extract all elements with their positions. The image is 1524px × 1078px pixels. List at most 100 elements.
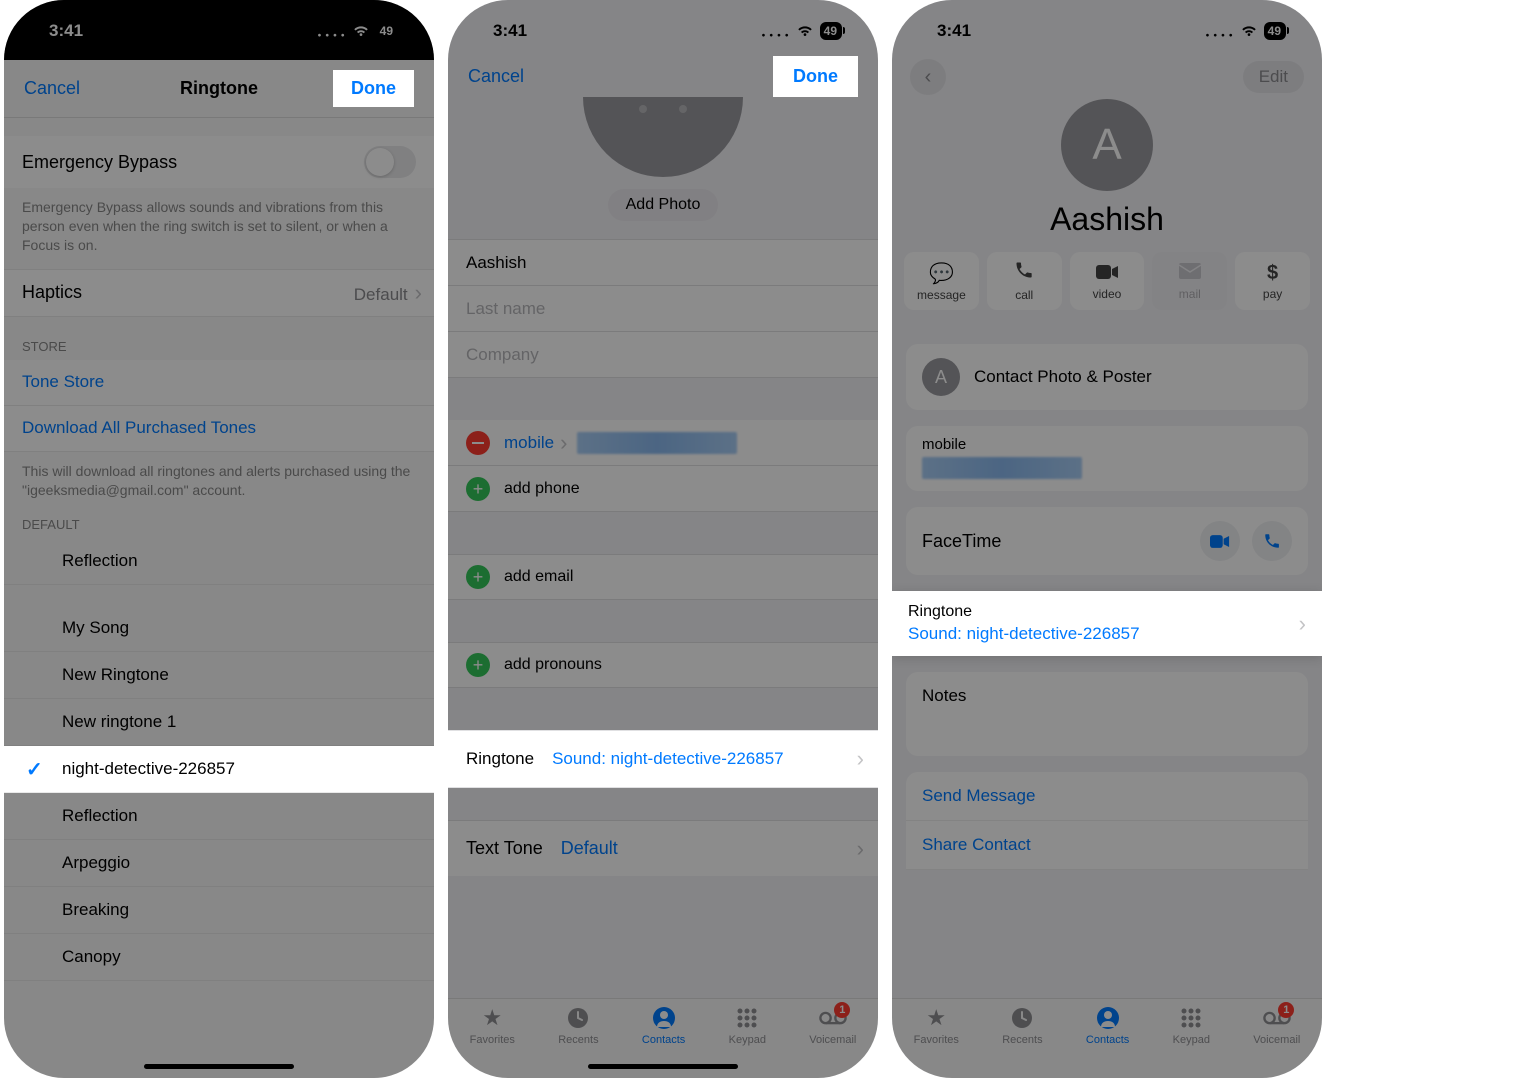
download-description: This will download all ringtones and ale… <box>4 452 434 514</box>
action-call[interactable]: call <box>987 252 1062 310</box>
done-button[interactable]: Done <box>773 56 858 97</box>
wifi-icon <box>796 24 814 38</box>
emergency-bypass-toggle[interactable] <box>364 146 416 178</box>
home-indicator[interactable] <box>588 1064 738 1069</box>
wifi-icon <box>1240 24 1258 38</box>
video-icon <box>1096 262 1118 285</box>
chevron-right-icon: › <box>415 280 422 305</box>
first-name-field[interactable]: Aashish <box>448 240 878 286</box>
ringtone-option[interactable]: New ringtone 1 <box>4 699 434 746</box>
edit-button[interactable]: Edit <box>1243 61 1304 93</box>
ringtone-option[interactable]: Breaking <box>4 887 434 934</box>
ringtone-option[interactable]: Reflection <box>4 793 434 840</box>
phone-row-mobile[interactable]: mobile › <box>448 420 878 466</box>
ringtone-value: Sound: night-detective-226857 <box>908 624 1306 644</box>
ringtone-option[interactable]: Canopy <box>4 934 434 981</box>
star-icon: ★ <box>478 1005 506 1031</box>
chevron-right-icon: › <box>857 746 864 772</box>
contact-avatar[interactable] <box>583 97 743 177</box>
battery-icon: 49 <box>1264 22 1286 40</box>
ringtone-card[interactable]: Ringtone Sound: night-detective-226857 › <box>892 591 1322 656</box>
keypad-icon <box>733 1005 761 1031</box>
share-contact-button[interactable]: Share Contact <box>906 821 1308 870</box>
avatar-thumbnail: A <box>922 358 960 396</box>
add-phone-button[interactable]: + add phone <box>448 466 878 512</box>
default-header: DEFAULT <box>4 513 434 538</box>
person-icon <box>650 1005 678 1031</box>
contact-photo-poster-row[interactable]: A Contact Photo & Poster <box>906 344 1308 410</box>
person-icon <box>1094 1005 1122 1031</box>
battery-icon: 49 <box>820 22 842 40</box>
tab-favorites[interactable]: ★Favorites <box>914 1005 959 1046</box>
ringtone-option[interactable]: Reflection <box>4 538 434 585</box>
contact-avatar[interactable]: A <box>1061 99 1153 191</box>
send-message-button[interactable]: Send Message <box>906 772 1308 821</box>
star-icon: ★ <box>922 1005 950 1031</box>
add-icon[interactable]: + <box>466 477 490 501</box>
download-tones-link[interactable]: Download All Purchased Tones <box>22 418 256 438</box>
add-icon[interactable]: + <box>466 565 490 589</box>
tab-contacts[interactable]: Contacts <box>642 1005 685 1046</box>
ringtone-option-selected[interactable]: ✓ night-detective-226857 <box>4 746 434 793</box>
action-video[interactable]: video <box>1070 252 1145 310</box>
wifi-icon <box>352 24 370 38</box>
action-message[interactable]: 💬message <box>904 252 979 310</box>
tone-store-link[interactable]: Tone Store <box>22 372 104 392</box>
ringtone-option[interactable]: New Ringtone <box>4 652 434 699</box>
done-button[interactable]: Done <box>333 70 414 107</box>
pay-icon: $ <box>1267 262 1278 285</box>
ringtone-option[interactable]: Arpeggio <box>4 840 434 887</box>
action-mail: mail <box>1152 252 1227 310</box>
checkmark-icon: ✓ <box>26 757 43 782</box>
tab-voicemail[interactable]: 1Voicemail <box>1253 1005 1300 1046</box>
tab-favorites[interactable]: ★Favorites <box>470 1005 515 1046</box>
chevron-right-icon: › <box>857 836 864 862</box>
status-time: 3:41 <box>49 21 83 41</box>
tab-contacts[interactable]: Contacts <box>1086 1005 1129 1046</box>
emergency-bypass-label: Emergency Bypass <box>22 152 177 173</box>
haptics-label: Haptics <box>22 282 82 303</box>
notes-card[interactable]: Notes <box>906 672 1308 756</box>
mobile-card[interactable]: mobile <box>906 426 1308 491</box>
ringtone-value: Sound: night-detective-226857 <box>552 749 784 769</box>
emergency-bypass-description: Emergency Bypass allows sounds and vibra… <box>4 188 434 269</box>
status-time: 3:41 <box>937 21 971 41</box>
cancel-button[interactable]: Cancel <box>468 66 524 87</box>
ringtone-option[interactable]: My Song <box>4 605 434 652</box>
text-tone-row[interactable]: Text Tone Default › <box>448 820 878 876</box>
badge-count: 1 <box>1278 1002 1294 1018</box>
contact-name: Aashish <box>1050 201 1164 238</box>
text-tone-label: Text Tone <box>466 838 543 859</box>
company-field[interactable]: Company <box>448 332 878 378</box>
delete-icon[interactable] <box>466 431 490 455</box>
tab-keypad[interactable]: Keypad <box>729 1005 766 1046</box>
blurred-phone-number <box>577 432 737 454</box>
last-name-field[interactable]: Last name <box>448 286 878 332</box>
home-indicator[interactable] <box>144 1064 294 1069</box>
haptics-value: Default <box>354 285 408 304</box>
blurred-phone-number <box>922 457 1082 479</box>
badge-count: 1 <box>834 1002 850 1018</box>
add-photo-button[interactable]: Add Photo <box>608 189 719 221</box>
clock-icon <box>564 1005 592 1031</box>
tab-recents[interactable]: Recents <box>1002 1005 1042 1046</box>
message-icon: 💬 <box>929 261 954 286</box>
chevron-left-icon: ‹ <box>925 66 932 89</box>
ringtone-label: Ringtone <box>466 749 534 769</box>
facetime-row: FaceTime <box>906 507 1308 575</box>
add-email-button[interactable]: + add email <box>448 554 878 600</box>
clock-icon <box>1008 1005 1036 1031</box>
phone-icon <box>1014 260 1034 286</box>
tab-recents[interactable]: Recents <box>558 1005 598 1046</box>
cellular-dots: ● ● ● ● <box>762 32 790 39</box>
ringtone-row[interactable]: Ringtone Sound: night-detective-226857 › <box>448 730 878 788</box>
cellular-dots: ● ● ● ● <box>1206 32 1234 39</box>
tab-keypad[interactable]: Keypad <box>1173 1005 1210 1046</box>
back-button[interactable]: ‹ <box>910 59 946 95</box>
add-pronouns-button[interactable]: + add pronouns <box>448 642 878 688</box>
action-pay[interactable]: $pay <box>1235 252 1310 310</box>
add-icon[interactable]: + <box>466 653 490 677</box>
facetime-audio-button[interactable] <box>1252 521 1292 561</box>
facetime-video-button[interactable] <box>1200 521 1240 561</box>
tab-voicemail[interactable]: 1Voicemail <box>809 1005 856 1046</box>
